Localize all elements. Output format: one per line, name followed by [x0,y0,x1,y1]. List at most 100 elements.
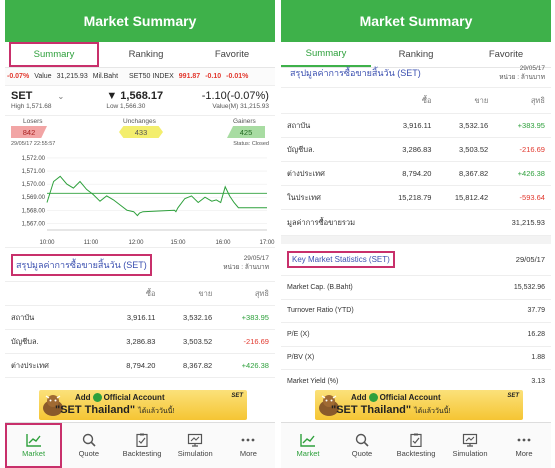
monitor-icon [462,433,478,447]
bottom-nav: Market Quote Backtesting Simulation More [281,422,551,468]
row-sell: 3,503.52 [459,145,489,154]
row-name: บัญชีบล. [287,144,315,154]
row-sell: 3,503.52 [183,337,213,346]
ticker-value-label: Value [34,73,52,80]
stat-value: 37.79 [527,307,545,315]
market-breadth: Losers Unchanges Gainers 842 433 425 29/… [5,116,275,147]
chart-y-tick-label: 1,572.00 [22,156,46,162]
col-header-sell: ขาย [198,288,213,298]
row-net: +426.38 [517,169,545,178]
col-header-buy: ซื้อ [145,288,156,298]
table-row: บัญชีบล. 3,286.83 3,503.52 -216.69 [281,138,551,162]
col-header-buy: ซื้อ [421,95,432,105]
trading-summary-date: 29/05/17 [519,65,545,72]
quote-price-col: ▼ 1,568.17 Low 1,566.30 [92,90,187,115]
table-total-row: มูลค่าการซื้อขายรวม 31,215.93 [281,210,551,236]
official-account-banner[interactable]: Add Official Account "SET Thailand" ได้แ… [5,388,275,420]
stat-value: 1.88 [531,354,545,362]
app-header: Market Summary [5,0,275,42]
row-sell: 8,367.82 [183,361,213,370]
row-name: สถาบัน [11,312,35,322]
tab-ranking[interactable]: Ranking [103,42,189,67]
left-screen: Market Summary Summary Ranking Favorite … [5,0,275,468]
index-ticker: -0.07% Value 31,215.93 Mil.Baht SET50 IN… [5,68,275,86]
row-name: ต่างประเทศ [287,168,325,178]
nav-label: More [515,449,533,458]
nav-simulation[interactable]: Simulation [169,423,222,468]
unchanged-label: Unchanges [123,118,156,125]
chart-y-tick-label: 1,568.00 [22,208,46,214]
nav-more[interactable]: More [222,423,275,468]
symbol-selector[interactable]: SET ⌄ [11,90,92,102]
value-text: Value(M) 31,215.93 [212,103,269,110]
total-label: มูลค่าการซื้อขายรวม [287,217,356,227]
gainers-label: Gainers [233,118,256,125]
trading-summary-meta: 29/05/17 หน่วย : ล้านบาท [223,254,269,272]
nav-label: Quote [78,449,100,458]
nav-backtesting[interactable]: Backtesting [115,423,168,468]
nav-label: Simulation [452,449,488,458]
banner-suffix: ได้แล้ววันนี้! [414,408,451,415]
nav-label: Backtesting [396,449,436,458]
table-row: สถาบัน 3,916.11 3,532.16 +383.95 [5,306,275,330]
stat-label: Market Cap. (B.Baht) [287,283,353,291]
nav-label: Simulation [177,449,213,458]
banner-handle: "SET Thailand" [55,404,136,416]
nav-label: Market [22,449,46,458]
stat-label: P/E (X) [287,330,310,338]
nav-label: Backtesting [122,449,162,458]
intraday-chart: 1,572.00 1,571.00 1,570.00 1,569.00 1,568.00… [5,146,275,248]
right-screen: Market Summary Summary Ranking Favorite … [281,0,551,468]
banner-line-2: "SET Thailand" ได้แล้ววันนี้! [331,404,450,417]
search-icon [82,433,96,447]
stat-row: Turnover Ratio (YTD) 37.79 [281,300,551,323]
table-row: ต่างประเทศ 8,794.20 8,367.82 +426.38 [281,162,551,186]
stat-label: Market Yield (%) [287,377,339,385]
official-account-banner[interactable]: Add Official Account "SET Thailand" ได้แ… [281,388,551,420]
row-buy: 3,916.11 [126,313,156,322]
quote-symbol-col: SET ⌄ High 1,571.68 [11,90,92,115]
ticker-index-value: 991.87 [178,73,201,80]
banner-add: Add [351,393,367,402]
nav-label: Market [296,449,320,458]
nav-quote[interactable]: Quote [62,423,115,468]
clipboard-icon [410,433,422,447]
stat-label: Turnover Ratio (YTD) [287,307,354,315]
nav-backtesting[interactable]: Backtesting [389,423,443,468]
row-net: +426.38 [241,361,269,370]
table-row: สถาบัน 3,916.11 3,532.16 +383.95 [281,114,551,138]
row-net: +383.95 [517,121,545,130]
tab-summary[interactable]: Summary [9,42,99,67]
stat-value: 16.28 [527,330,545,338]
row-buy: 3,286.83 [126,337,156,346]
nav-quote[interactable]: Quote [335,423,389,468]
section-divider [281,236,551,244]
chart-icon [25,434,41,447]
key-stats-header: Key Market Statistics (SET) 29/05/17 [281,244,551,276]
chart-x-tick-label: 17:00 [259,240,275,246]
tab-bar: Summary Ranking Favorite [5,42,275,68]
nav-simulation[interactable]: Simulation [443,423,497,468]
row-sell: 8,367.82 [459,169,489,178]
row-buy: 15,218.79 [398,193,432,202]
chart-x-tick-label: 10:00 [39,240,55,246]
change-value: -1.10(-0.07%) [201,90,269,102]
chart-x-tick-label: 15:00 [170,240,186,246]
nav-market[interactable]: Market [5,423,63,468]
tab-favorite[interactable]: Favorite [189,42,275,67]
losers-count: 842 [11,126,47,138]
table-row: ในประเทศ 15,218.79 15,812.42 -593.64 [281,186,551,210]
key-stats-title: Key Market Statistics (SET) [287,251,395,268]
nav-more[interactable]: More [497,423,551,468]
chart-y-tick-label: 1,571.00 [22,169,46,175]
search-icon [355,433,369,447]
chart-y-tick-label: 1,569.00 [22,195,46,201]
ticker-index-name: SET50 INDEX [129,73,174,80]
ticker-index-change: -0.10 [205,73,222,80]
stat-row: P/BV (X) 1.88 [281,347,551,370]
row-buy: 8,794.20 [402,169,432,178]
page-title: Market Summary [359,13,473,29]
nav-market[interactable]: Market [281,423,335,468]
quote-summary: SET ⌄ High 1,571.68 ▼ 1,568.17 Low 1,566… [5,86,275,116]
row-net: -216.69 [519,145,545,154]
